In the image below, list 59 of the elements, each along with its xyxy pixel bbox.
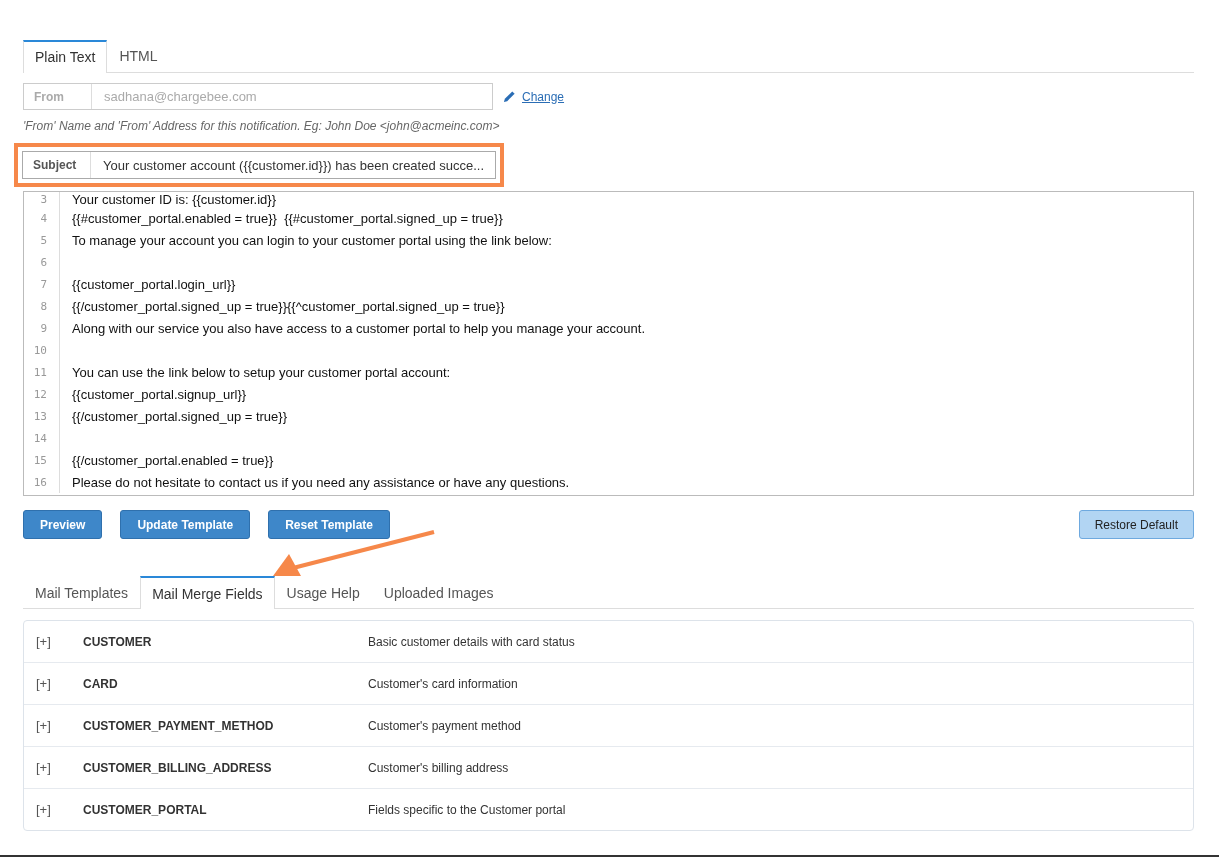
line-number: 7 — [24, 273, 60, 295]
field-name: CUSTOMER_PAYMENT_METHOD — [83, 718, 275, 733]
button[interactable]: Update Template — [120, 510, 251, 539]
code-editor[interactable] — [23, 191, 1194, 496]
email-input[interactable]: sadhana@chargebee.com — [92, 89, 492, 104]
line-number: 15 — [24, 449, 60, 471]
field-description: Basic customer details with card status — [368, 634, 575, 649]
button[interactable]: Restore Default — [1078, 510, 1194, 539]
expand-toggle[interactable]: [+] — [24, 718, 83, 733]
code-line: You can use the link below to setup your customer portal account: — [71, 364, 451, 380]
code-line: Your customer ID is: {{customer.id}} — [71, 192, 276, 207]
code-line: {{/customer_portal.signed_up = true}} — [71, 408, 287, 424]
field-name: CUSTOMER — [83, 634, 153, 649]
line-number: 9 — [24, 317, 60, 339]
code-line: {{customer_portal.signup_url}} — [71, 386, 247, 402]
code-line: To manage your account you can login to your customer portal using the link below: — [71, 232, 552, 248]
line-number: 10 — [24, 339, 60, 361]
expand-toggle[interactable]: [+] — [24, 676, 83, 691]
expand-toggle[interactable]: [+] — [24, 802, 83, 817]
field-description: Customer's payment method — [368, 718, 522, 733]
code-line: {{/customer_portal.signed_up = true}}{{^customer_portal.signed_up = true}} — [71, 298, 505, 314]
line-number: 4 — [24, 207, 60, 229]
code-line: {{customer_portal.login_url}} — [71, 276, 236, 292]
field-label: From — [24, 84, 92, 109]
line-number: 5 — [24, 229, 60, 251]
code-line: Along with our service you also have access to a customer portal to help you manage your account. — [71, 320, 646, 336]
tab[interactable]: HTML — [107, 40, 170, 73]
line-number: 14 — [24, 427, 60, 449]
line-number: 6 — [24, 251, 60, 273]
field-description: Customer's billing address — [368, 760, 509, 775]
button[interactable]: Preview — [23, 510, 103, 539]
field-description: Customer's card information — [368, 676, 518, 691]
line-number: 11 — [24, 361, 60, 383]
tab[interactable]: Mail Templates — [23, 576, 141, 609]
field-name: CUSTOMER_BILLING_ADDRESS — [83, 760, 273, 775]
tab[interactable]: Uploaded Images — [371, 576, 506, 609]
change-link[interactable]: Change — [522, 89, 565, 104]
code-line: {{/customer_portal.enabled = true}} — [71, 452, 274, 468]
subject-input[interactable]: Your customer account ({{customer.id}}) has been created succe... — [91, 157, 495, 173]
tab[interactable]: Plain Text — [23, 40, 108, 73]
subject-field[interactable]: Subject Your customer account ({{customer.id}}) has been created succe... — [22, 151, 496, 179]
field-label: Subject — [23, 152, 91, 178]
field-name: CUSTOMER_PORTAL — [83, 802, 208, 817]
pencil-icon[interactable] — [503, 90, 516, 103]
line-number: 8 — [24, 295, 60, 317]
line-number: 16 — [24, 471, 60, 493]
field-description: Fields specific to the Customer portal — [368, 802, 566, 817]
field-name: CARD — [83, 676, 119, 691]
line-number: 13 — [24, 405, 60, 427]
code-line: {{#customer_portal.enabled = true}} {{#customer_portal.signed_up = true}} — [71, 210, 503, 226]
tab[interactable]: Mail Merge Fields — [140, 576, 275, 609]
button[interactable]: Reset Template — [268, 510, 390, 539]
code-line: Please do not hesitate to contact us if you need any assistance or have any questions. — [71, 474, 570, 490]
line-number: 12 — [24, 383, 60, 405]
tab[interactable]: Usage Help — [274, 576, 372, 609]
line-number: 3 — [24, 192, 60, 207]
hint-text: 'From' Name and 'From' Address for this notification. Eg: John Doe <john@acmeinc.com> — [23, 119, 501, 133]
expand-toggle[interactable]: [+] — [24, 760, 83, 775]
expand-toggle[interactable]: [+] — [24, 634, 83, 649]
